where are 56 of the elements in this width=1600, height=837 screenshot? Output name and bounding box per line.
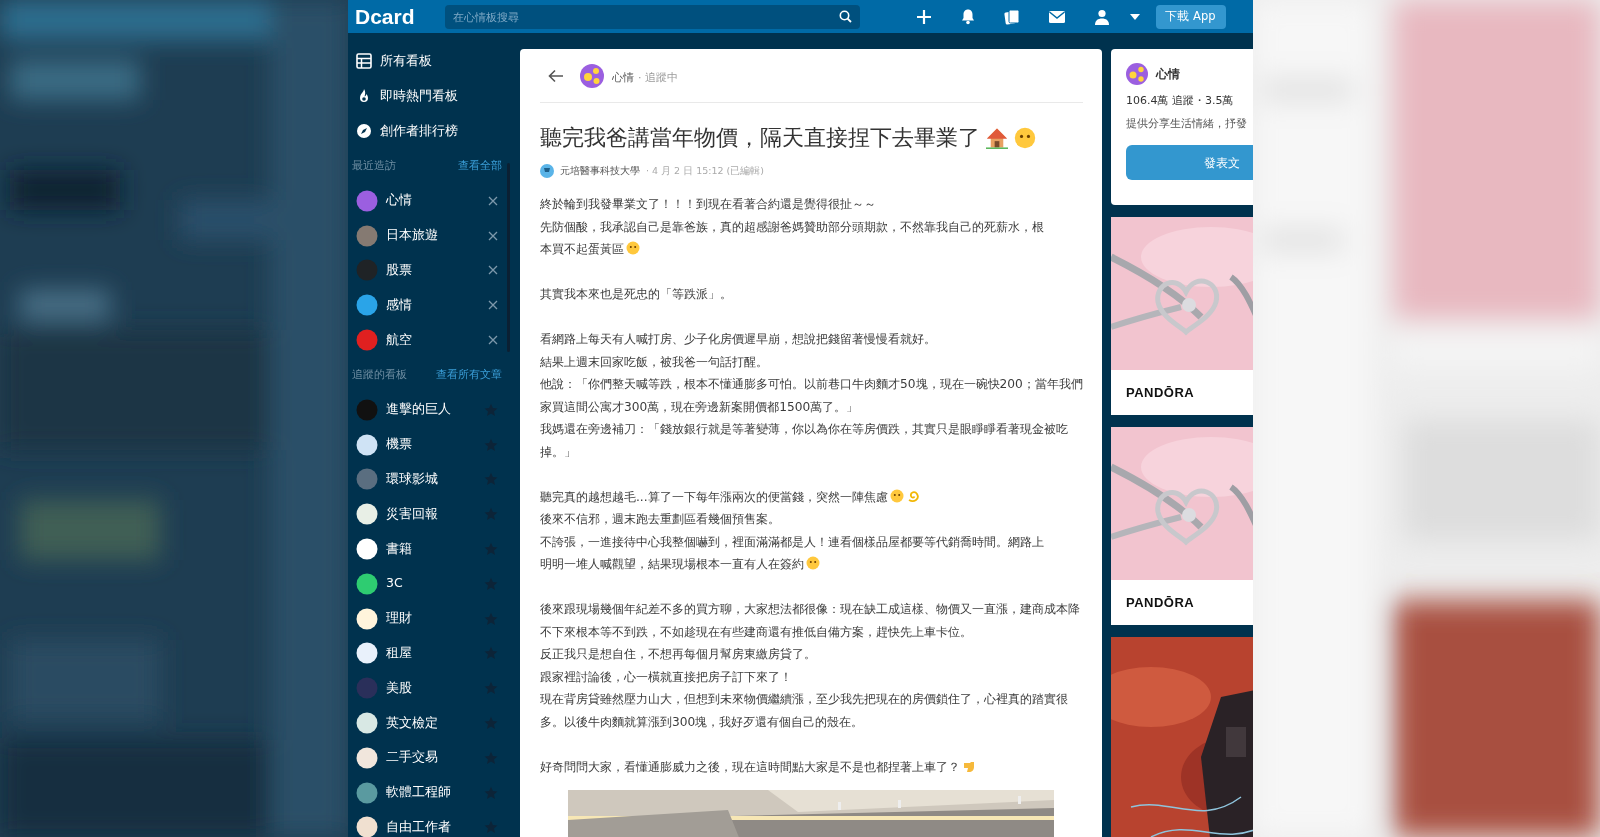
board-item[interactable]: 書籍 xyxy=(348,531,518,567)
body-text: 我媽還在旁邊補刀：「錢放銀行就是等著變薄，你以為你在等房價跌，其實只是眼睜睜看著現金被吃掉。」 xyxy=(540,421,1069,461)
follow-status: · 追蹤中 xyxy=(638,70,678,84)
body-text: 反正我只是想自住，不想再每個月幫房東繳房貸了。 xyxy=(540,646,817,663)
board-name[interactable]: 心情 xyxy=(1156,65,1180,83)
board-item[interactable]: 機票 xyxy=(348,427,518,462)
sidebar-link[interactable]: 創作者排行榜 xyxy=(348,113,518,149)
ad-banner[interactable]: PANDŌRA xyxy=(1111,217,1253,415)
body-text: 先防個酸，我承認自己是靠爸族，真的超感謝爸媽贊助部分頭期款，不然靠我自己的死薪水，根 xyxy=(540,218,1045,236)
body-text: 跟家裡討論後，心一橫就直接把房子訂下來了！ xyxy=(540,668,793,686)
body-text: 後來不信邪，週末跑去重劃區看幾個預售案。 xyxy=(540,511,781,528)
sidebar-link[interactable]: 即時熱門看板 xyxy=(348,78,518,114)
post-title: 聽完我爸講當年物價，隔天直接捏下去畢業了 xyxy=(540,124,980,152)
board-stats: 106.4萬 追蹤・3.5萬 xyxy=(1126,93,1235,109)
body-text: 現在背房貸雖然壓力山大，但想到未來物價繼續漲，至少我先把現在的房價鎖住了，心裡真的踏實很多。以後牛肉麵就算漲到300塊，我好歹還有個自己的殼在。 xyxy=(540,691,1069,731)
board-item[interactable]: 災害回報 xyxy=(348,496,518,532)
board-item[interactable]: 美股 xyxy=(348,670,518,706)
sidebar-link[interactable]: 所有看板 xyxy=(348,44,518,79)
body-text: 本買不起蛋黃區 xyxy=(540,242,624,256)
board-item[interactable]: 航空 xyxy=(348,322,518,358)
body-text: 他說：「你們整天喊等跌，根本不懂通膨多可怕。以前巷口牛肉麵才50塊，現在一碗快200；當年我們家買這間公寓才300萬，現在旁邊新案開價都1500萬了。」 xyxy=(540,376,1083,416)
board-item[interactable]: 日本旅遊 xyxy=(348,218,518,253)
brand-name: PANDŌRA xyxy=(1125,383,1196,402)
board-item[interactable]: 租屋 xyxy=(348,635,518,671)
board-item[interactable]: 自由工作者 xyxy=(348,809,518,837)
board-item[interactable]: 理財 xyxy=(348,601,518,636)
body-text: 終於輪到我發畢業文了！！！到現在看著合約還是覺得很扯～～ xyxy=(540,196,877,213)
brand-name: PANDŌRA xyxy=(1125,593,1196,612)
ad-banner[interactable]: PANDŌRA xyxy=(1111,427,1253,625)
board-item[interactable]: 環球影城 xyxy=(348,461,518,497)
section-link[interactable]: 查看全部 xyxy=(458,158,502,174)
body-text: 好奇問問大家，看懂通膨威力之後，現在這時間點大家是不是也都捏著上車了？ xyxy=(540,759,960,774)
board-name[interactable]: 心情 xyxy=(612,70,634,84)
board-item[interactable]: 二手交易 xyxy=(348,740,518,776)
body-text: 聽完真的越想越毛...算了一下每年漲兩次的便當錢，突然一陣焦慮 xyxy=(540,489,888,504)
section-heading: 最近造訪 xyxy=(352,158,396,173)
post-time: · 4 月 2 日 15:12 (已編輯) xyxy=(646,163,765,178)
author-name: 元培醫事科技大學 xyxy=(560,163,640,178)
logo[interactable]: Dcard xyxy=(355,6,415,27)
body-text: 結果上週末回家吃飯，被我爸一句話打醒。 xyxy=(540,353,769,371)
board-item[interactable]: 感情 xyxy=(348,287,518,323)
board-item[interactable]: 軟體工程師 xyxy=(348,775,518,810)
board-item[interactable]: 3C xyxy=(348,566,518,602)
board-description: 提供分享生活情緒，抒發 xyxy=(1126,115,1248,131)
section-link[interactable]: 查看所有文章 xyxy=(436,367,502,383)
body-text: 其實我本來也是死忠的「等跌派」。 xyxy=(540,286,733,303)
section-heading: 追蹤的看板 xyxy=(352,367,407,382)
body-text: 後來跟現場幾個年紀差不多的買方聊，大家想法都很像：現在缺工成這樣、物價又一直漲，建商成本降不下來根本等不到跌，不如趁現在有些建商還有推低自備方案，趕快先上車卡位。 xyxy=(540,601,1081,641)
board-item[interactable]: 進擊的巨人 xyxy=(348,392,518,428)
board-item[interactable]: 心情 xyxy=(348,183,518,219)
body-text: 明明一堆人喊觀望，結果現場根本一直有人在簽約 xyxy=(540,557,804,571)
body-text: 看網路上每天有人喊打房、少子化房價遲早崩，想說把錢留著慢慢看就好。 xyxy=(540,331,937,348)
board-item[interactable]: 英文檢定 xyxy=(348,705,518,741)
body-text: 不誇張，一進接待中心我整個嚇到，裡面滿滿都是人！連看個樣品屋都要等代銷喬時間。網路上 xyxy=(540,533,1045,551)
search-field[interactable]: 在心情板搜尋 xyxy=(444,4,832,29)
board-item[interactable]: 股票 xyxy=(348,253,518,288)
